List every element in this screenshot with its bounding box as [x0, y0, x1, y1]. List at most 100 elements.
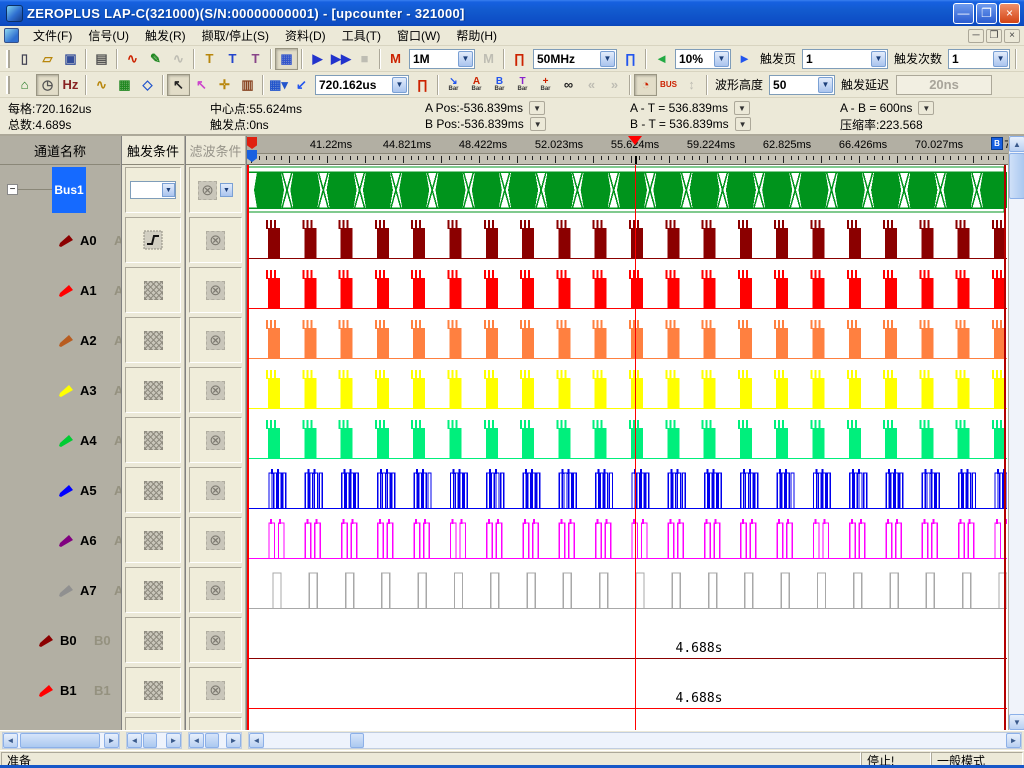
a-bar-line[interactable]: [247, 165, 249, 730]
pen-color-icon[interactable]: [58, 434, 76, 448]
save-icon[interactable]: ▣: [59, 48, 82, 70]
pen-color-icon[interactable]: [38, 634, 56, 648]
b-bar-icon[interactable]: BBar: [488, 74, 511, 96]
waveform-row-blank[interactable]: [247, 715, 1008, 730]
bus-view-icon[interactable]: BUS: [657, 74, 680, 96]
wave-height-combo[interactable]: 50▼: [769, 75, 835, 95]
menu-item-5[interactable]: 工具(T): [334, 27, 389, 45]
scroll-left-icon[interactable]: ◄: [3, 733, 18, 748]
run-repeat-icon[interactable]: ▶▶: [329, 48, 353, 70]
frequency-icon[interactable]: Hz: [59, 74, 82, 96]
filter-cell-B0[interactable]: ⊗: [186, 615, 245, 665]
scroll-left-icon[interactable]: ◄: [189, 733, 204, 748]
waveform-row-A0[interactable]: [247, 215, 1008, 265]
filter-cell-A2[interactable]: ⊗: [186, 315, 245, 365]
bar-chart-icon[interactable]: ▥: [236, 74, 259, 96]
filter-cell-box[interactable]: ⊗: [189, 517, 242, 563]
new-file-icon[interactable]: ▯: [13, 48, 36, 70]
trigger-cell-box[interactable]: [125, 617, 181, 663]
trigger-cell-A4[interactable]: [122, 415, 184, 465]
close-button[interactable]: ×: [999, 3, 1020, 24]
trigger-cell-box[interactable]: [125, 467, 181, 513]
menu-item-1[interactable]: 信号(U): [80, 27, 137, 45]
add-bar-icon[interactable]: +Bar: [534, 74, 557, 96]
chevron-down-icon[interactable]: ▼: [162, 183, 175, 197]
filter-cell-B1[interactable]: ⊗: [186, 665, 245, 715]
sample-rate-icon[interactable]: ∏: [508, 48, 531, 70]
chevron-down-icon[interactable]: ▼: [993, 51, 1008, 67]
filter-cell-box[interactable]: ⊗: [189, 367, 242, 413]
find-icon[interactable]: ∞: [557, 74, 580, 96]
run-single-icon[interactable]: ▶: [306, 48, 329, 70]
menu-item-6[interactable]: 窗口(W): [389, 27, 448, 45]
scroll-thumb[interactable]: [205, 733, 219, 748]
chevron-down-icon[interactable]: ▼: [392, 77, 407, 93]
pen-color-icon[interactable]: [58, 284, 76, 298]
trigger-cell-A2[interactable]: [122, 315, 184, 365]
pen-color-icon[interactable]: [58, 334, 76, 348]
filter-cell-Bus1[interactable]: ⊗▼: [186, 165, 245, 215]
waveform-row-A2[interactable]: [247, 315, 1008, 365]
trigger-cell-A3[interactable]: [122, 365, 184, 415]
bus-property-icon[interactable]: ✎: [144, 48, 167, 70]
trigger-cell-A1[interactable]: [122, 265, 184, 315]
trigger-cell-box[interactable]: ▼: [125, 167, 181, 213]
menu-item-3[interactable]: 撷取/停止(S): [194, 27, 277, 45]
waveform-row-A3[interactable]: [247, 365, 1008, 415]
time-ruler[interactable]: 41.22ms44.821ms48.422ms52.023ms55.624ms5…: [247, 136, 1008, 165]
memory-depth-icon[interactable]: M: [384, 48, 407, 70]
names-hscrollbar[interactable]: ◄ ►: [2, 732, 120, 749]
pen-color-icon[interactable]: [58, 234, 76, 248]
a-bar-icon[interactable]: ABar: [465, 74, 488, 96]
toolbar-grip[interactable]: [6, 50, 10, 68]
scroll-left-icon[interactable]: ◄: [127, 733, 142, 748]
trigger-cell-box[interactable]: [125, 267, 181, 313]
filter-hscrollbar[interactable]: ◄ ►: [188, 732, 242, 749]
zoom-fit-icon[interactable]: ↙: [290, 74, 313, 96]
scroll-left-icon[interactable]: ◄: [249, 733, 264, 748]
trigger-cell-B1[interactable]: [122, 665, 184, 715]
filter-cell-box[interactable]: ⊗▼: [189, 167, 242, 213]
filter-cell-A3[interactable]: ⊗: [186, 365, 245, 415]
filter-cell-blank[interactable]: ⊗: [186, 715, 245, 730]
mdi-minimize-button[interactable]: ─: [968, 29, 984, 43]
filter-cell-box[interactable]: ⊗: [189, 217, 242, 263]
goto-bar-icon[interactable]: ↘Bar: [442, 74, 465, 96]
toolbar-grip[interactable]: [6, 76, 10, 94]
trigger-cell-box[interactable]: [125, 717, 181, 730]
a-pos-dropdown[interactable]: ▼: [529, 101, 545, 115]
wave-zoom-mode-icon[interactable]: ▦▾: [267, 74, 290, 96]
channel-row-B1[interactable]: B1B1: [0, 665, 120, 715]
pen-color-icon[interactable]: [58, 584, 76, 598]
vertical-scroll-thumb[interactable]: [1009, 153, 1024, 199]
scroll-up-icon[interactable]: ▲: [1009, 136, 1024, 152]
filter-cell-box[interactable]: ⊗: [189, 617, 242, 663]
waveform-row-A5[interactable]: [247, 465, 1008, 515]
minimize-button[interactable]: —: [953, 3, 974, 24]
filter-cell-box[interactable]: ⊗: [189, 567, 242, 613]
tree-collapse-icon[interactable]: −: [7, 184, 18, 195]
trigger-cell-box[interactable]: [125, 417, 181, 463]
channel-row-A1[interactable]: A1A1: [0, 265, 120, 315]
trigger-cell-A0[interactable]: [122, 215, 184, 265]
waveform-window-icon[interactable]: ∿: [90, 74, 113, 96]
trigger-cell-box[interactable]: [125, 317, 181, 363]
trigger-cell-box[interactable]: [125, 367, 181, 413]
filter-cell-A7[interactable]: ⊗: [186, 565, 245, 615]
noise-filter-icon[interactable]: ◔: [634, 74, 657, 96]
channel-row-A2[interactable]: A2A2: [0, 315, 120, 365]
restore-button[interactable]: ❐: [976, 3, 997, 24]
trigger-cell-box[interactable]: [125, 517, 181, 563]
filter-cell-box[interactable]: ⊗: [189, 467, 242, 513]
multi-select-icon[interactable]: ↖: [190, 74, 213, 96]
waveform-row-B1[interactable]: 4.688s: [247, 665, 1008, 715]
filter-cell-box[interactable]: ⊗: [189, 717, 242, 730]
pen-color-icon[interactable]: [58, 484, 76, 498]
home-icon[interactable]: ⌂: [13, 74, 36, 96]
trigger-level-icon[interactable]: ◄: [650, 48, 673, 70]
waveform-row-B0[interactable]: 4.688s: [247, 615, 1008, 665]
pen-color-icon[interactable]: [38, 684, 56, 698]
chevron-down-icon[interactable]: ▼: [714, 51, 729, 67]
waveform-row-Bus1[interactable]: [247, 165, 1008, 215]
t-bar-icon[interactable]: TBar: [511, 74, 534, 96]
